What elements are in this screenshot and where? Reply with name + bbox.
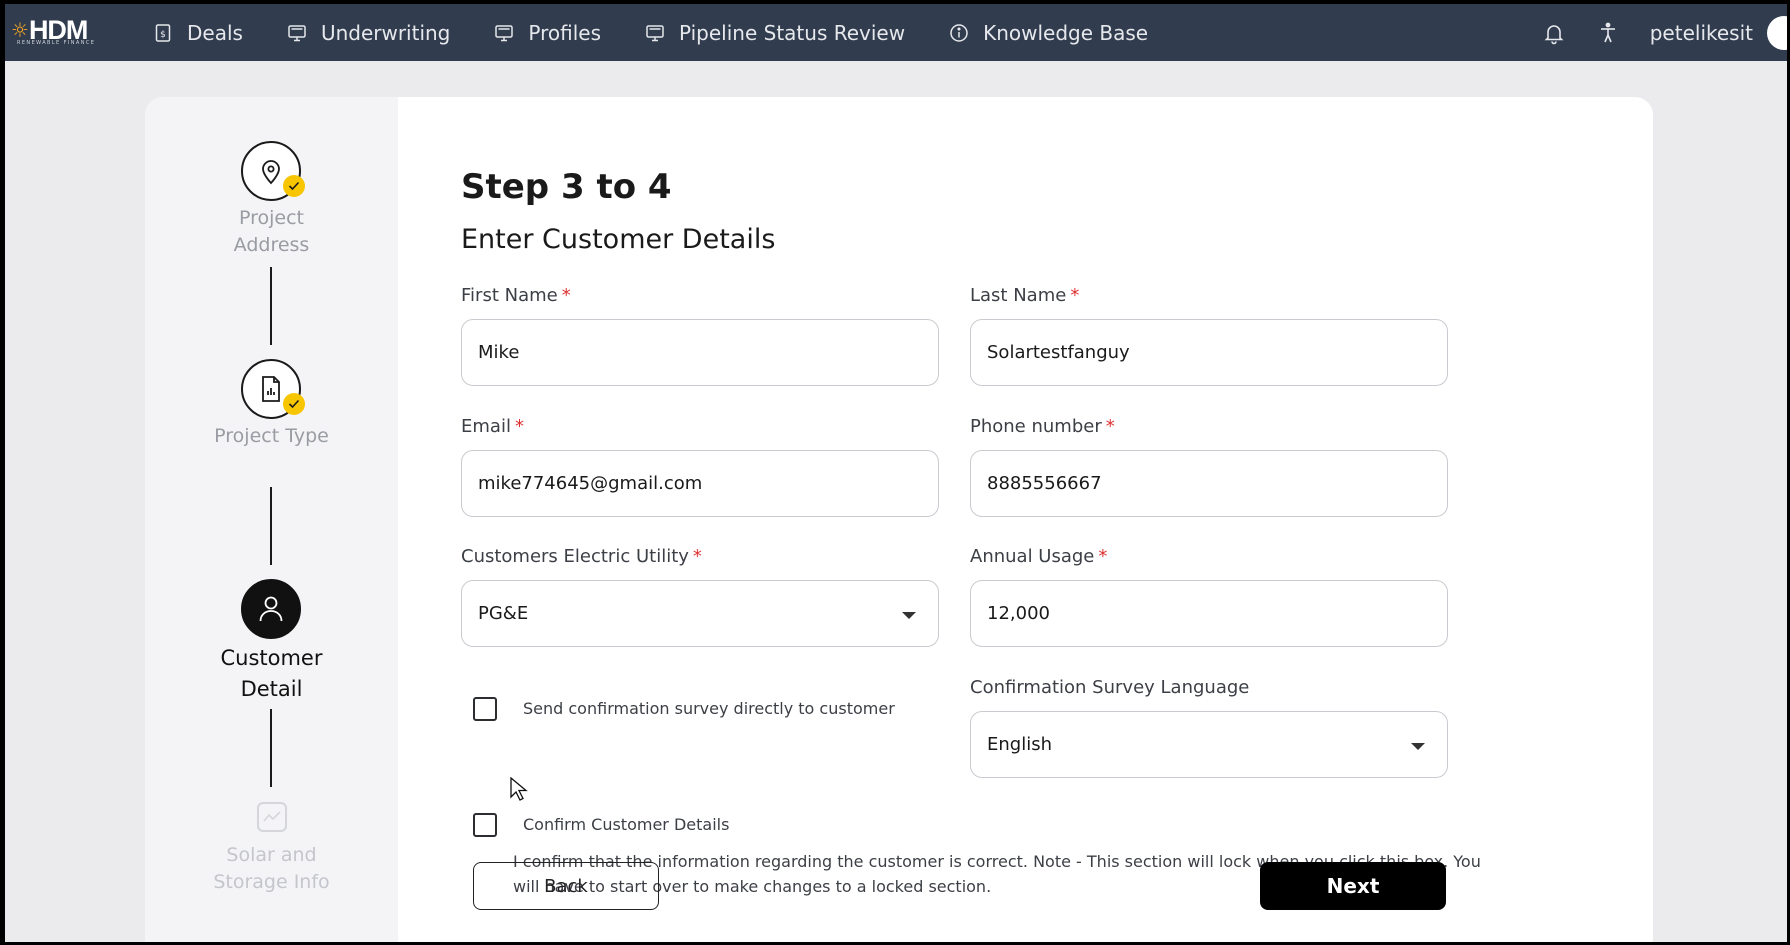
nav-label: Deals [187, 20, 243, 45]
step-title: Step 3 to 4 [461, 167, 672, 207]
sun-icon: ☼ [11, 18, 29, 42]
nav-label: Pipeline Status Review [679, 20, 906, 45]
last-name-input[interactable]: Solartestfanguy [970, 319, 1448, 386]
section-title: Enter Customer Details [461, 224, 776, 255]
caret-down-icon [1411, 743, 1425, 750]
send-survey-checkbox[interactable] [473, 697, 497, 721]
nav-label: Profiles [528, 20, 601, 45]
monitor-icon [646, 24, 664, 41]
annual-usage-label: Annual Usage * [970, 546, 1108, 567]
nav-label: Knowledge Base [983, 20, 1149, 45]
nav-item-profiles[interactable]: Profiles [494, 21, 601, 45]
last-name-label: Last Name * [970, 285, 1080, 306]
wizard-stepper: Project Address Project Type Customer De… [145, 97, 398, 942]
mouse-cursor-icon [510, 777, 528, 801]
nav-item-deals[interactable]: $ Deals [153, 21, 243, 45]
step-label-project-type: Project Type [214, 425, 329, 447]
step-connector [270, 487, 272, 565]
top-navbar: ☼ HDM RENEWABLE FINANCE $ Deals Underwri… [5, 4, 1787, 61]
step-project-type[interactable] [241, 359, 305, 419]
username[interactable]: petelikesit [1650, 21, 1753, 45]
form-card: Project Address Project Type Customer De… [145, 97, 1653, 942]
monitor-icon [288, 24, 306, 41]
confirm-details-label: Confirm Customer Details [523, 815, 730, 834]
confirm-details-checkbox[interactable] [473, 813, 497, 837]
utility-select[interactable]: PG&E [461, 580, 939, 647]
chart-document-icon [262, 376, 280, 402]
send-survey-label: Send confirmation survey directly to cus… [523, 699, 895, 718]
step-label-solar-storage: Solar and Storage Info [213, 844, 330, 893]
logo-subtext: RENEWABLE FINANCE [17, 40, 96, 46]
nav-item-pipeline-status-review[interactable]: Pipeline Status Review [645, 21, 905, 45]
bell-icon[interactable] [1542, 21, 1566, 45]
back-button[interactable]: Back [473, 862, 659, 910]
utility-value: PG&E [478, 603, 529, 624]
step-customer-detail[interactable] [241, 579, 301, 639]
survey-language-select[interactable]: English [970, 711, 1448, 778]
nav-item-underwriting[interactable]: Underwriting [287, 21, 450, 45]
nav-item-knowledge-base[interactable]: Knowledge Base [949, 21, 1148, 45]
step-project-address[interactable] [241, 141, 305, 201]
survey-language-value: English [987, 734, 1052, 755]
next-button[interactable]: Next [1260, 862, 1446, 910]
avatar[interactable] [1767, 15, 1787, 50]
check-icon [283, 393, 305, 415]
step-connector [270, 709, 272, 787]
info-icon [950, 23, 968, 42]
first-name-input[interactable]: Mike [461, 319, 939, 386]
main-nav: $ Deals Underwriting Profiles Pipeline S… [153, 4, 1192, 61]
line-chart-icon[interactable] [257, 802, 287, 832]
survey-language-label: Confirmation Survey Language [970, 677, 1250, 698]
nav-user-area: petelikesit [1542, 4, 1787, 61]
check-icon [283, 175, 305, 197]
utility-label: Customers Electric Utility * [461, 546, 702, 567]
logo-text: HDM [28, 15, 88, 45]
phone-label: Phone number * [970, 416, 1115, 437]
email-field[interactable]: mike774645@gmail.com [461, 450, 939, 517]
step-label-customer-detail: Customer Detail [220, 646, 323, 701]
step-connector [270, 267, 272, 345]
annual-usage-input[interactable]: 12,000 [970, 580, 1448, 647]
location-pin-icon [262, 160, 280, 185]
email-label: Email * [461, 416, 524, 437]
user-icon [259, 596, 283, 622]
hdm-logo[interactable]: ☼ HDM RENEWABLE FINANCE [11, 14, 121, 47]
monitor-icon [495, 24, 514, 41]
accessibility-icon[interactable] [1596, 21, 1620, 45]
nav-label: Underwriting [320, 20, 451, 45]
phone-field[interactable]: 8885556667 [970, 450, 1448, 517]
caret-down-icon [902, 612, 916, 619]
first-name-label: First Name * [461, 285, 571, 306]
step-label-project-address: Project Address [233, 207, 310, 256]
dollar-document-icon: $ [155, 23, 171, 42]
app-window: ☼ HDM RENEWABLE FINANCE $ Deals Underwri… [5, 4, 1787, 942]
svg-text:$: $ [160, 30, 166, 40]
